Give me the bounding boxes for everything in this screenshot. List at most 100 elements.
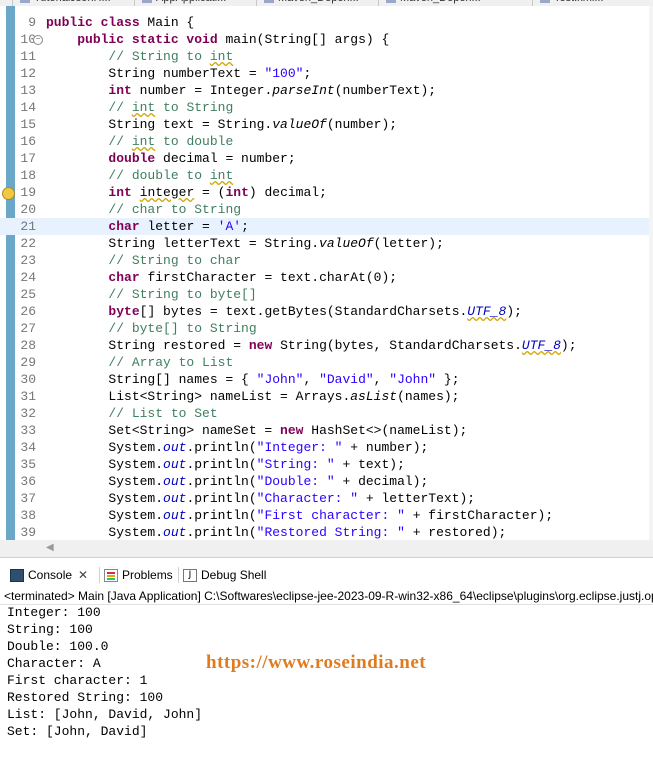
fold-toggle-icon[interactable]: − <box>33 35 43 45</box>
code-line[interactable]: 37 System.out.println("Character: " + le… <box>0 490 653 507</box>
console-output[interactable]: Integer: 100 String: 100 Double: 100.0 Char… <box>0 605 653 762</box>
editor-tab-label: TutorialJsonH... <box>34 0 111 4</box>
code-text: System.out.println("Restored String: " +… <box>46 525 507 540</box>
line-number: 13 <box>20 83 36 98</box>
line-number: 9 <box>28 15 36 30</box>
code-line[interactable]: 10− public static void main(String[] arg… <box>0 31 653 48</box>
editor-horizontal-scrollbar[interactable]: ◀ <box>0 540 653 558</box>
editor-tab-label: AppApplicati... <box>156 0 226 4</box>
console-line: Character: A <box>7 656 101 671</box>
line-number: 23 <box>20 253 36 268</box>
code-text: // String to byte[] <box>108 287 257 302</box>
code-line[interactable]: 30 String[] names = { "John", "David", "… <box>0 371 653 388</box>
code-text: double decimal = number; <box>108 151 296 166</box>
file-icon <box>264 0 274 4</box>
editor-vertical-scrollbar[interactable] <box>649 6 653 540</box>
scroll-left-arrow-icon[interactable]: ◀ <box>46 542 54 553</box>
code-line[interactable]: 24 char firstCharacter = text.charAt(0); <box>0 269 653 286</box>
code-line[interactable]: 32 // List to Set <box>0 405 653 422</box>
console-line: Integer: 100 <box>7 605 101 620</box>
code-line[interactable]: 15 String text = String.valueOf(number); <box>0 116 653 133</box>
code-line[interactable]: 14 // int to String <box>0 99 653 116</box>
code-line[interactable]: 17 double decimal = number; <box>0 150 653 167</box>
code-text: // byte[] to String <box>108 321 257 336</box>
editor-tab-label: Maven_Depen... <box>400 0 481 4</box>
console-line: Restored String: 100 <box>7 690 164 705</box>
line-number: 18 <box>20 168 36 183</box>
tab-console-label: Console <box>28 568 73 582</box>
code-text: String text = String.valueOf(number); <box>46 117 398 132</box>
code-text: char letter = 'A'; <box>108 219 249 234</box>
code-text: char firstCharacter = text.charAt(0); <box>108 270 398 285</box>
code-line[interactable]: 13 int number = Integer.parseInt(numberT… <box>0 82 653 99</box>
warning-icon[interactable] <box>2 187 15 200</box>
code-text: String[] names = { "John", "David", "Joh… <box>46 372 460 387</box>
code-line[interactable]: 28 String restored = new String(bytes, S… <box>0 337 653 354</box>
line-number: 27 <box>20 321 36 336</box>
line-number: 24 <box>20 270 36 285</box>
line-number: 15 <box>20 117 36 132</box>
code-text: String numberText = "100"; <box>46 66 312 81</box>
line-number: 14 <box>20 100 36 115</box>
code-line[interactable]: 22 String letterText = String.valueOf(le… <box>0 235 653 252</box>
code-line[interactable]: 33 Set<String> nameSet = new HashSet<>(n… <box>0 422 653 439</box>
views-tab-bar: Console ✕ Problems J Debug Shell <box>0 561 653 588</box>
code-line[interactable]: 25 // String to byte[] <box>0 286 653 303</box>
code-line[interactable]: 20 // char to String <box>0 201 653 218</box>
line-number: 32 <box>20 406 36 421</box>
line-number: 31 <box>20 389 36 404</box>
tab-divider <box>99 567 100 583</box>
code-line[interactable]: 23 // String to char <box>0 252 653 269</box>
tab-debug-shell[interactable]: J Debug Shell <box>183 566 266 584</box>
line-number: 34 <box>20 440 36 455</box>
tab-divider <box>178 567 179 583</box>
file-icon <box>20 0 30 4</box>
code-line[interactable]: 19 int integer = (int) decimal; <box>0 184 653 201</box>
line-number: 22 <box>20 236 36 251</box>
file-icon <box>142 0 152 4</box>
code-line[interactable]: 29 // Array to List <box>0 354 653 371</box>
code-line[interactable]: 39 System.out.println("Restored String: … <box>0 524 653 540</box>
code-line[interactable]: 31 List<String> nameList = Arrays.asList… <box>0 388 653 405</box>
line-number: 11 <box>20 49 36 64</box>
tab-console[interactable]: Console ✕ <box>10 566 88 584</box>
tab-problems-label: Problems <box>122 568 173 582</box>
code-text: // String to int <box>108 49 234 64</box>
code-line[interactable]: 16 // int to double <box>0 133 653 150</box>
problems-icon <box>104 568 118 582</box>
code-line[interactable]: 27 // byte[] to String <box>0 320 653 337</box>
code-line[interactable]: 18 // double to int <box>0 167 653 184</box>
watermark-url: https://www.roseindia.net <box>206 652 427 673</box>
code-line[interactable]: 36 System.out.println("Double: " + decim… <box>0 473 653 490</box>
editor-tab-label: Maven_Depen... <box>278 0 359 4</box>
code-line[interactable]: 38 System.out.println("First character: … <box>0 507 653 524</box>
line-number: 12 <box>20 66 36 81</box>
line-number: 38 <box>20 508 36 523</box>
close-icon[interactable]: ✕ <box>78 568 88 582</box>
tab-debug-shell-label: Debug Shell <box>201 568 267 582</box>
code-text: String letterText = String.valueOf(lette… <box>46 236 444 251</box>
file-icon <box>386 0 396 4</box>
code-line[interactable]: 12 String numberText = "100"; <box>0 65 653 82</box>
line-number: 33 <box>20 423 36 438</box>
code-text: System.out.println("String: " + text); <box>46 457 405 472</box>
code-text: public static void main(String[] args) { <box>77 32 390 47</box>
code-line[interactable]: 34 System.out.println("Integer: " + numb… <box>0 439 653 456</box>
editor-tab-label: Test.xml... <box>554 0 604 4</box>
tab-problems[interactable]: Problems <box>104 566 173 584</box>
code-text: System.out.println("Character: " + lette… <box>46 491 476 506</box>
line-number: 35 <box>20 457 36 472</box>
code-editor[interactable]: 9 public class Main {10− public static vo… <box>0 6 653 540</box>
line-number: 26 <box>20 304 36 319</box>
console-line: Set: [John, David] <box>7 724 148 739</box>
code-line[interactable]: 35 System.out.println("String: " + text)… <box>0 456 653 473</box>
code-line[interactable]: 11 // String to int <box>0 48 653 65</box>
line-number: 37 <box>20 491 36 506</box>
code-text: int number = Integer.parseInt(numberText… <box>108 83 437 98</box>
code-text: public class Main { <box>46 15 195 30</box>
console-line: Double: 100.0 <box>7 639 109 654</box>
code-line[interactable]: 26 byte[] bytes = text.getBytes(Standard… <box>0 303 653 320</box>
code-line[interactable]: 9 public class Main { <box>0 14 653 31</box>
code-line[interactable]: 21 char letter = 'A'; <box>0 218 653 235</box>
code-text: String restored = new String(bytes, Stan… <box>46 338 577 353</box>
